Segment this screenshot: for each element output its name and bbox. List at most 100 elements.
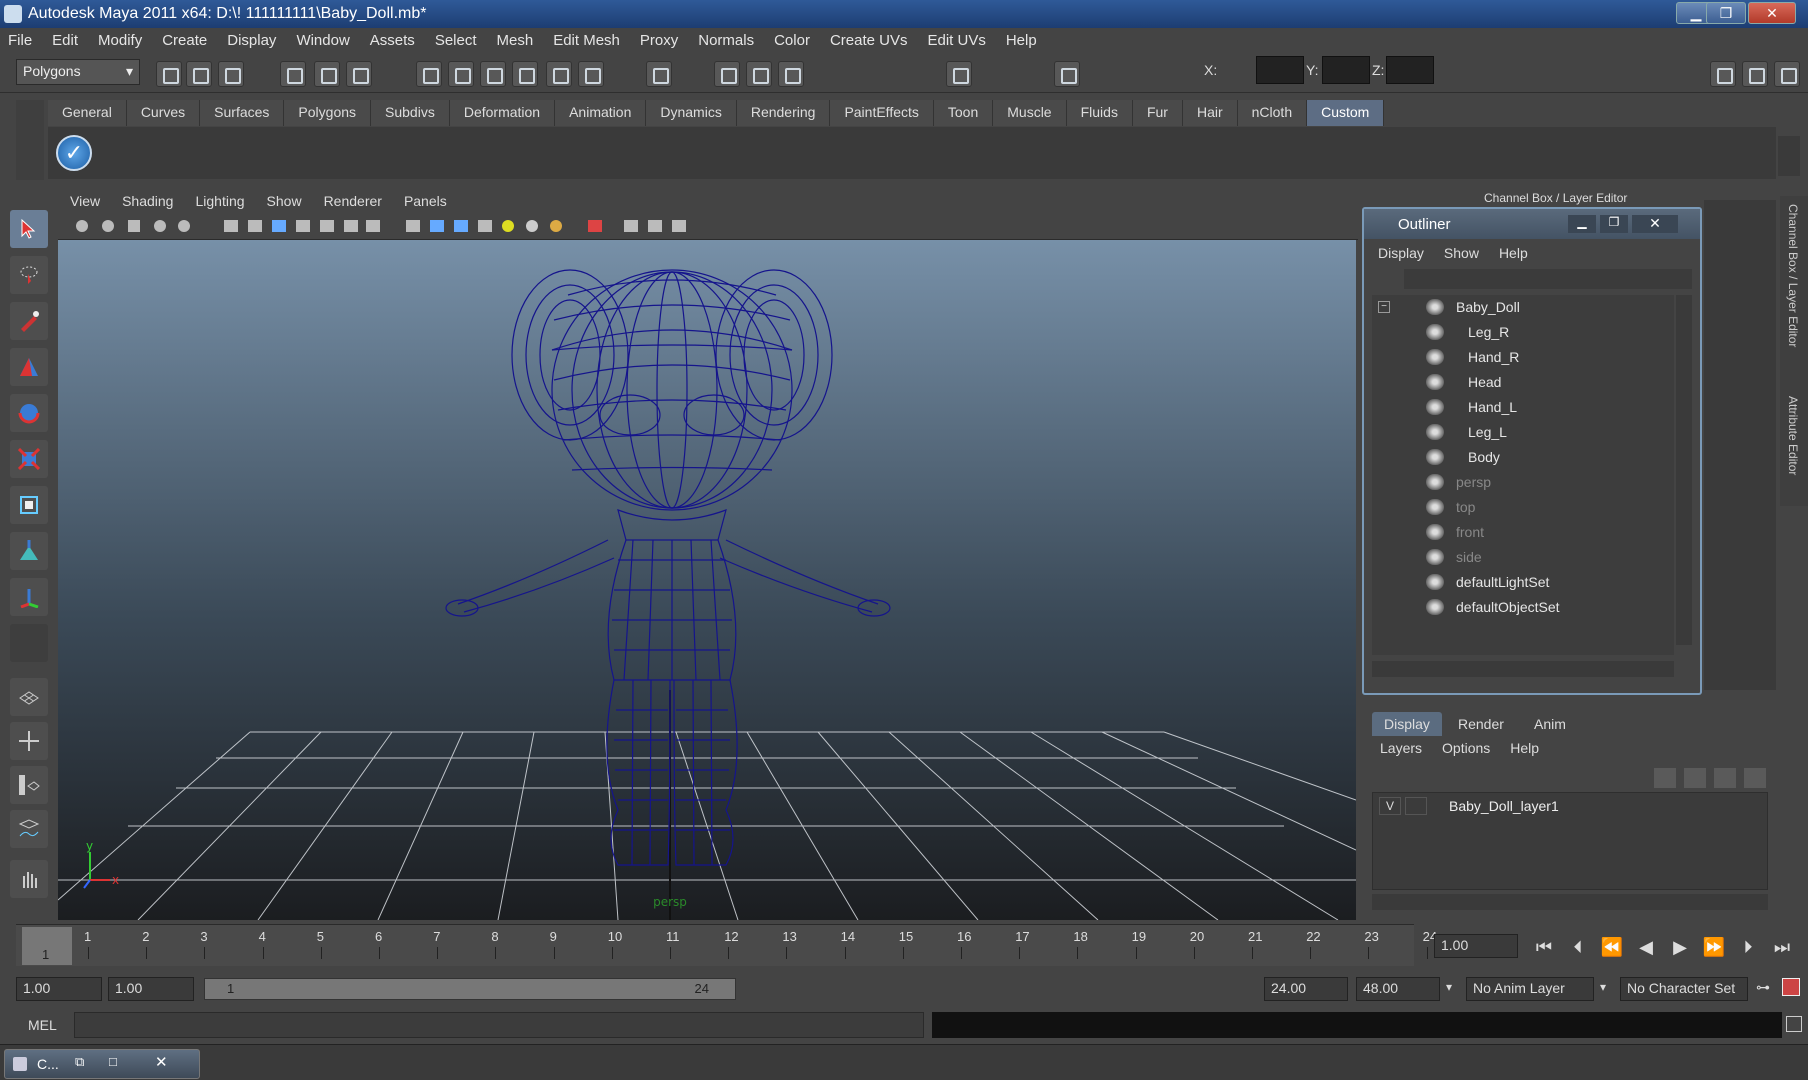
rotate-tool[interactable] [10, 394, 48, 432]
z-field[interactable] [1386, 56, 1434, 84]
toggle-channel-box-icon[interactable] [1774, 61, 1800, 87]
menu-edit-mesh[interactable]: Edit Mesh [553, 32, 620, 49]
end-time-field[interactable]: 48.00 [1356, 977, 1440, 1001]
menu-color[interactable]: Color [774, 32, 810, 49]
time-slider[interactable]: 1 1 2 3 4 5 6 7 8 9 10 11 12 13 14 15 16 17 18 19 20 21 22 23 2… [16, 924, 1437, 966]
step-back-key-button[interactable]: ⏪ [1598, 936, 1626, 958]
menu-normals[interactable]: Normals [698, 32, 754, 49]
select-object-icon[interactable] [314, 61, 340, 87]
tab-custom[interactable]: Custom [1307, 100, 1385, 126]
anim-prefs-icon[interactable] [1782, 978, 1800, 996]
four-view-layout[interactable] [10, 722, 48, 760]
menu-select[interactable]: Select [435, 32, 477, 49]
outliner-vertical-scrollbar[interactable] [1676, 295, 1692, 645]
outliner-item-leg-r[interactable]: Leg_R [1426, 320, 1509, 344]
hypershade-icon[interactable] [946, 61, 972, 87]
shelf-options-handle[interactable] [16, 100, 44, 180]
tab-ncloth[interactable]: nCloth [1237, 100, 1308, 126]
menu-edit[interactable]: Edit [52, 32, 78, 49]
tab-fur[interactable]: Fur [1132, 100, 1183, 126]
outliner-filter-field[interactable] [1404, 269, 1692, 289]
snap-grid-icon[interactable] [416, 61, 442, 87]
step-forward-frame-button[interactable]: ⏵ [1734, 936, 1762, 958]
tab-rendering[interactable]: Rendering [736, 100, 831, 126]
outliner-menu-help[interactable]: Help [1499, 245, 1528, 261]
tab-muscle[interactable]: Muscle [993, 100, 1067, 126]
paint-select-tool[interactable] [10, 302, 48, 340]
playback-end-field[interactable]: 24.00 [1264, 977, 1348, 1001]
attribute-editor-side-tab[interactable]: Attribute Editor [1786, 396, 1800, 475]
toggle-attribute-editor-icon[interactable] [1710, 61, 1736, 87]
playback-start-field[interactable]: 1.00 [108, 977, 194, 1001]
history-icon[interactable] [578, 61, 604, 87]
custom-shelf-checkmark-icon[interactable]: ✓ [56, 135, 92, 171]
maximize-icon[interactable]: □ [109, 1054, 117, 1069]
channel-box-side-tab[interactable]: Channel Box / Layer Editor [1786, 204, 1800, 347]
chevron-down-icon[interactable]: ▾ [1446, 980, 1452, 994]
outliner-maximize-button[interactable]: ❐ [1600, 215, 1628, 233]
tab-animation[interactable]: Animation [555, 100, 647, 126]
tab-deformation[interactable]: Deformation [449, 100, 556, 126]
restore-icon[interactable]: ⧉ [75, 1054, 84, 1070]
menu-modify[interactable]: Modify [98, 32, 142, 49]
outliner-minimize-button[interactable]: ▁ [1568, 215, 1596, 233]
y-field[interactable] [1322, 56, 1370, 84]
ipr-render-icon[interactable] [746, 61, 772, 87]
play-backward-button[interactable]: ◀ [1632, 936, 1660, 958]
tab-general[interactable]: General [48, 100, 127, 126]
tab-curves[interactable]: Curves [126, 100, 201, 126]
menu-create[interactable]: Create [162, 32, 207, 49]
outliner-menu-show[interactable]: Show [1444, 245, 1479, 261]
character-set-dropdown[interactable]: No Character Set [1620, 977, 1748, 1001]
outliner-item-default-object-set[interactable]: defaultObjectSet [1426, 595, 1560, 619]
close-button[interactable]: ✕ [1748, 2, 1796, 24]
open-scene-icon[interactable] [186, 61, 212, 87]
key-icon[interactable]: ⊶ [1756, 979, 1770, 996]
menu-assets[interactable]: Assets [370, 32, 415, 49]
go-to-start-button[interactable]: ⏮ [1530, 936, 1558, 958]
tab-dynamics[interactable]: Dynamics [646, 100, 737, 126]
soft-mod-tool[interactable] [10, 532, 48, 570]
start-time-field[interactable]: 1.00 [16, 977, 102, 1001]
graph-persp-layout[interactable] [10, 810, 48, 848]
new-layer-icon[interactable] [1714, 768, 1736, 788]
toggle-tool-settings-icon[interactable] [1742, 61, 1768, 87]
viewport-menu-view[interactable]: View [70, 193, 100, 209]
viewport-menu-renderer[interactable]: Renderer [324, 193, 382, 209]
perspective-viewport[interactable]: y x persp [58, 240, 1356, 920]
tab-fluids[interactable]: Fluids [1066, 100, 1133, 126]
minimized-window[interactable]: C... ⧉ □ ✕ [4, 1049, 200, 1079]
hypergraph-tool[interactable] [10, 860, 48, 898]
outliner-item-top[interactable]: top [1426, 495, 1475, 519]
outliner-item-head[interactable]: Head [1426, 370, 1501, 394]
x-field[interactable] [1256, 56, 1304, 84]
menu-mesh[interactable]: Mesh [497, 32, 534, 49]
step-back-frame-button[interactable]: ⏴ [1564, 936, 1592, 958]
outliner-horizontal-scrollbar[interactable] [1372, 661, 1674, 677]
layer-menu-help[interactable]: Help [1510, 740, 1539, 756]
outliner-item-hand-r[interactable]: Hand_R [1426, 345, 1519, 369]
layer-name[interactable]: Baby_Doll_layer1 [1449, 798, 1559, 814]
viewport-menu-lighting[interactable]: Lighting [195, 193, 244, 209]
maximize-button[interactable]: ❐ [1706, 2, 1746, 24]
layer-menu-options[interactable]: Options [1442, 740, 1490, 756]
lasso-tool[interactable] [10, 256, 48, 294]
current-frame-field[interactable]: 1.00 [1434, 934, 1518, 958]
layer-color-swatch[interactable] [1431, 797, 1445, 815]
script-editor-icon[interactable] [1786, 1016, 1802, 1032]
tab-subdivs[interactable]: Subdivs [371, 100, 450, 126]
shelf-scroll[interactable] [1778, 136, 1800, 176]
go-to-end-button[interactable]: ⏭ [1768, 936, 1796, 958]
outliner-item-default-light-set[interactable]: defaultLightSet [1426, 570, 1549, 594]
outliner-menu-display[interactable]: Display [1378, 245, 1424, 261]
new-layer-selected-icon[interactable] [1744, 768, 1766, 788]
tab-layer-render[interactable]: Render [1446, 712, 1516, 736]
move-layer-down-icon[interactable] [1684, 768, 1706, 788]
tab-surfaces[interactable]: Surfaces [200, 100, 285, 126]
snap-curve-icon[interactable] [448, 61, 474, 87]
render-icon[interactable] [714, 61, 740, 87]
last-tool[interactable] [10, 578, 48, 616]
range-slider[interactable]: 1 24 [204, 978, 736, 1000]
snap-plane-icon[interactable] [512, 61, 538, 87]
layer-display-type-toggle[interactable] [1405, 797, 1427, 815]
